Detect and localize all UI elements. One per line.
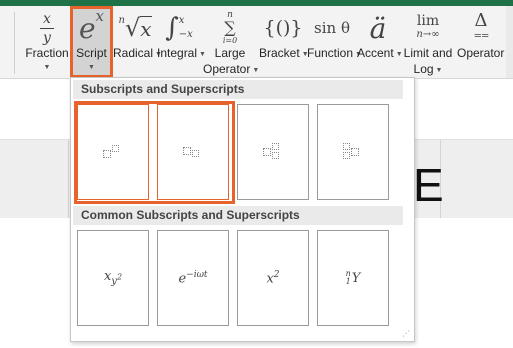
chevron-down-icon: ▼ bbox=[43, 64, 51, 71]
matrix-button-partial[interactable] bbox=[506, 6, 513, 78]
operator-icon: Δ == bbox=[457, 8, 505, 48]
bracket-icon-text: {()} bbox=[263, 17, 303, 39]
superscript-tile[interactable] bbox=[77, 104, 149, 200]
integral-button[interactable]: ∫ x −x Integral ▼ bbox=[157, 6, 206, 78]
common-exp-formula: e−iωt bbox=[178, 269, 208, 287]
script-gallery: Subscripts and Superscripts Common Subsc… bbox=[70, 77, 415, 342]
subscript-tile[interactable] bbox=[157, 104, 229, 200]
script-label: Script bbox=[76, 46, 107, 60]
script-button[interactable]: ex Script ▼ bbox=[70, 6, 113, 78]
fraction-numerator: x bbox=[43, 10, 51, 27]
operator-button[interactable]: Δ == Operator▼ bbox=[457, 6, 513, 78]
subscript-superscript-tile[interactable] bbox=[237, 104, 309, 200]
limit-log-label: Limit and bbox=[403, 46, 453, 60]
common-exp-tile[interactable]: e−iωt bbox=[157, 230, 229, 326]
section-header-common-scripts: Common Subscripts and Superscripts bbox=[73, 206, 403, 225]
left-subscript-superscript-tile[interactable] bbox=[317, 104, 389, 200]
ribbon-separator bbox=[14, 12, 15, 74]
large-operator-button[interactable]: n ∑ i=0 Large Operator ▼ bbox=[203, 6, 259, 78]
accent-icon-text: ä bbox=[369, 11, 387, 45]
common-prescript-formula: n 1 Y bbox=[345, 269, 361, 286]
large-operator-icon: n ∑ i=0 bbox=[222, 10, 238, 45]
common-x-squared-formula: x2 bbox=[266, 269, 280, 287]
radical-icon: n √ x bbox=[118, 14, 152, 42]
integral-upper: x bbox=[178, 15, 185, 26]
large-operator-label: Large bbox=[214, 46, 246, 60]
subscript-superscript-icon bbox=[263, 143, 283, 161]
integral-lower: −x bbox=[178, 29, 193, 40]
subscript-icon bbox=[183, 145, 203, 159]
limit-icon: lim n→∞ bbox=[400, 8, 456, 48]
radical-label: Radical bbox=[113, 46, 154, 60]
resize-grip-icon[interactable]: ⋰ bbox=[402, 329, 410, 338]
common-xy2-tile[interactable]: xy2 bbox=[77, 230, 149, 326]
script-icon: ex bbox=[70, 7, 113, 48]
operator-label: Operator bbox=[457, 46, 505, 60]
chevron-down-icon: ▼ bbox=[435, 67, 443, 74]
fraction-icon: x y bbox=[22, 8, 72, 48]
chevron-down-icon: ▼ bbox=[88, 64, 95, 71]
limit-log-label2: Log bbox=[413, 62, 434, 76]
equation-ribbon: x y Fraction ▼ ex Script ▼ n √ x Radical ▼ … bbox=[0, 6, 513, 79]
fraction-button[interactable]: x y Fraction ▼ bbox=[22, 6, 72, 78]
bracket-label: Bracket bbox=[259, 46, 300, 60]
accent-label: Accent bbox=[357, 46, 394, 60]
cell-text: E bbox=[413, 159, 444, 211]
limit-log-button[interactable]: lim n→∞ Limit and Log ▼ bbox=[400, 6, 456, 78]
operator-top: Δ bbox=[474, 10, 488, 31]
function-label: Function bbox=[307, 46, 354, 60]
function-icon-text: sin θ bbox=[314, 19, 350, 37]
limit-top: lim bbox=[416, 13, 440, 29]
script-icon-base: e bbox=[78, 11, 96, 45]
left-subscript-superscript-icon bbox=[343, 143, 363, 161]
grid-line bbox=[68, 140, 69, 218]
accent-icon: ä bbox=[357, 8, 399, 48]
limit-bottom: n→∞ bbox=[416, 29, 440, 40]
fraction-line bbox=[40, 27, 54, 29]
bracket-button[interactable]: {()} Bracket ▼ bbox=[259, 6, 309, 78]
operator-bottom: == bbox=[473, 31, 490, 42]
integral-icon: ∫ x −x bbox=[165, 13, 193, 43]
function-icon: sin θ bbox=[307, 8, 357, 48]
fraction-denominator: y bbox=[43, 29, 51, 46]
accent-button[interactable]: ä Accent ▼ bbox=[357, 6, 403, 78]
section-header-subscripts-superscripts: Subscripts and Superscripts bbox=[73, 80, 403, 99]
superscript-icon bbox=[103, 145, 123, 159]
radical-button[interactable]: n √ x Radical ▼ bbox=[113, 6, 162, 78]
script-icon-sup: x bbox=[95, 7, 105, 25]
common-prescript-tile[interactable]: n 1 Y bbox=[317, 230, 389, 326]
function-button[interactable]: sin θ Function ▼ bbox=[307, 6, 362, 78]
radical-index: n bbox=[118, 14, 125, 26]
large-operator-label2: Operator bbox=[203, 62, 251, 76]
common-x-squared-tile[interactable]: x2 bbox=[237, 230, 309, 326]
common-xy2-formula: xy2 bbox=[103, 269, 123, 287]
radical-base: x bbox=[140, 15, 152, 41]
bracket-icon: {()} bbox=[259, 8, 307, 48]
integral-label: Integral bbox=[157, 46, 198, 60]
fraction-label: Fraction bbox=[25, 46, 69, 60]
